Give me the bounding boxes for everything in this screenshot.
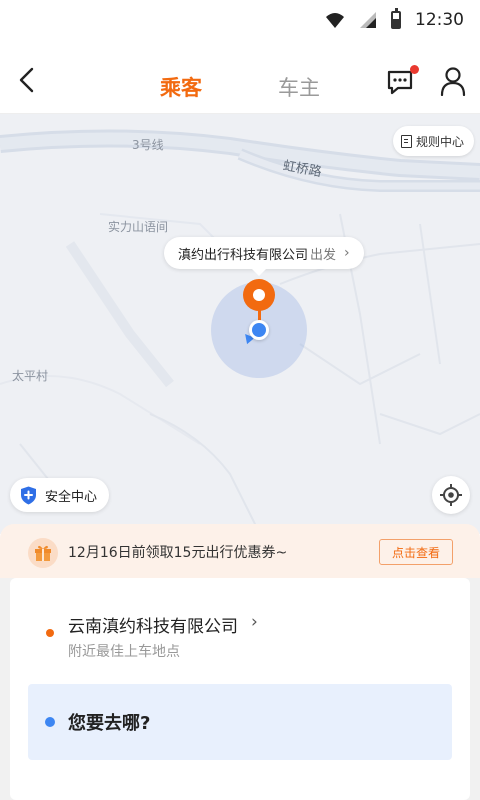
map-label-poi: 实力山语间 bbox=[108, 220, 169, 234]
shield-icon bbox=[21, 486, 36, 504]
status-bar: 12:30 bbox=[0, 0, 480, 48]
map-label-village: 太平村 bbox=[12, 369, 49, 383]
origin-location[interactable]: 云南滇约科技有限公司 bbox=[68, 612, 238, 637]
safety-center-button[interactable]: 安全中心 bbox=[10, 478, 110, 512]
safety-center-label: 安全中心 bbox=[45, 489, 98, 505]
tab-driver[interactable]: 车主 bbox=[278, 72, 320, 102]
destination-input[interactable]: 您要去哪? bbox=[28, 684, 452, 760]
user-profile-icon[interactable] bbox=[440, 66, 466, 96]
chevron-right-icon[interactable]: › bbox=[251, 612, 258, 632]
origin-dot-icon bbox=[46, 629, 54, 637]
message-icon[interactable] bbox=[386, 68, 414, 96]
rules-center-label: 规则中心 bbox=[415, 134, 464, 149]
locate-me-button[interactable] bbox=[432, 476, 470, 514]
wifi-icon bbox=[326, 13, 344, 28]
coupon-text: 12月16日前领取15元出行优惠券~ bbox=[68, 545, 288, 561]
pickup-action-label: 出发 bbox=[310, 247, 337, 263]
status-time: 12:30 bbox=[415, 10, 464, 30]
back-arrow-icon[interactable] bbox=[14, 66, 42, 94]
pickup-callout[interactable]: 滇约出行科技有限公司 出发 › bbox=[164, 237, 364, 276]
rules-center-button[interactable]: 规则中心 bbox=[392, 126, 474, 156]
gift-icon bbox=[28, 538, 58, 568]
pickup-pin-icon bbox=[243, 279, 275, 311]
tab-passenger[interactable]: 乘客 bbox=[160, 72, 202, 102]
document-icon bbox=[400, 134, 412, 148]
crosshair-icon bbox=[440, 484, 462, 506]
pickup-place-name: 滇约出行科技有限公司 bbox=[178, 247, 309, 263]
coupon-banner: 12月16日前领取15元出行优惠券~ 点击查看 bbox=[0, 524, 480, 578]
top-nav-bar: 乘客 车主 bbox=[0, 48, 480, 114]
map-view[interactable]: 3号线 虹桥路 实力山语间 太平村 规则中心 滇约出行科技有限公司 出发 › 安… bbox=[0, 114, 480, 534]
unread-badge bbox=[410, 65, 419, 74]
trip-card: 云南滇约科技有限公司 › 附近最佳上车地点 您要去哪? bbox=[10, 578, 470, 800]
current-location-dot bbox=[249, 320, 269, 340]
battery-icon bbox=[391, 8, 401, 29]
destination-placeholder: 您要去哪? bbox=[68, 713, 151, 734]
map-label-metro: 3号线 bbox=[132, 138, 164, 152]
destination-dot-icon bbox=[45, 717, 55, 727]
chevron-right-icon: › bbox=[344, 245, 350, 261]
view-coupon-button[interactable]: 点击查看 bbox=[379, 539, 453, 565]
signal-icon bbox=[360, 12, 376, 28]
origin-hint: 附近最佳上车地点 bbox=[68, 644, 180, 660]
